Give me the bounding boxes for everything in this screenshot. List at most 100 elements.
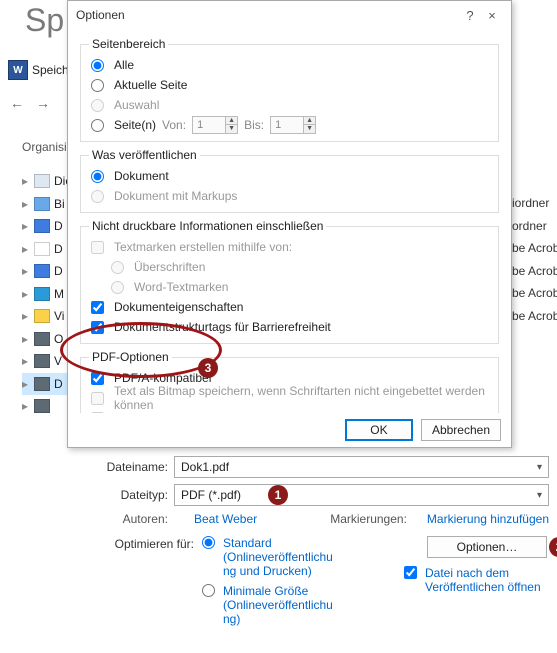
label-all[interactable]: Alle [114,58,134,72]
list-cell-fragment: be Acrob [512,282,557,305]
tree-expand-icon[interactable]: ▸ [22,197,30,211]
label-opt-standard[interactable]: Standard (Onlineveröffentlichu ng und Dr… [223,536,340,578]
folder-icon [34,197,50,211]
radio-opt-standard[interactable] [202,536,215,549]
window-title-fragment: Speich [32,63,69,77]
options-button[interactable]: Optionen… [427,536,547,558]
radio-opt-min[interactable] [202,584,215,597]
label-pdfa[interactable]: PDF/A-kompatibel [114,371,211,385]
tree-label: D [54,377,63,391]
tree-label: D [54,219,63,233]
filetype-field[interactable]: PDF (*.pdf) ▾ [174,484,549,506]
chevron-down-icon[interactable]: ▾ [537,490,542,501]
label-headings: Überschriften [134,260,205,274]
filetype-label: Dateityp: [100,488,174,502]
tags-link[interactable]: Markierung hinzufügen [427,512,549,526]
group-pdf-options: PDF-Optionen PDF/A-kompatibel Text als B… [80,350,499,413]
list-cell-fragment: iordner [512,192,557,215]
from-input[interactable] [193,117,225,133]
right-column-fragments: iordnerordnerbe Acrobbe Acrobbe Acrobbe … [512,192,557,327]
label-tags[interactable]: Dokumentstrukturtags für Barrierefreihei… [114,320,331,334]
radio-selection [91,99,104,112]
to-spinner[interactable]: ▲▼ [270,116,316,134]
label-bitmap: Text als Bitmap speichern, wenn Schrifta… [114,384,490,412]
dialog-titlebar: Optionen ? × [68,1,511,29]
legend-nonprint: Nicht druckbare Informationen einschließ… [89,219,326,233]
label-opt-min[interactable]: Minimale Größe (Onlineveröffentlichu ng) [223,584,340,626]
close-icon[interactable]: × [481,8,503,23]
optimize-label: Optimieren für: [100,536,200,626]
radio-wordbm [111,281,124,294]
label-docprops[interactable]: Dokumenteigenschaften [114,300,243,314]
help-icon[interactable]: ? [459,8,481,23]
tree-label: M [54,287,64,301]
folder-icon [34,377,50,391]
group-publish: Was veröffentlichen Dokument Dokument mi… [80,148,499,213]
label-markup: Dokument mit Markups [114,189,237,203]
authors-label: Autoren: [100,512,174,526]
chk-tags[interactable] [91,321,104,334]
tree-label: D [54,242,63,256]
label-pages[interactable]: Seite(n) [114,118,156,132]
tree-expand-icon[interactable]: ▸ [22,309,30,323]
to-input[interactable] [271,117,303,133]
tree-expand-icon[interactable]: ▸ [22,287,30,301]
annotation-badge-2: 2 [549,537,557,557]
chk-pdfa[interactable] [91,372,104,385]
label-wordbm: Word-Textmarken [134,280,228,294]
tree-expand-icon[interactable]: ▸ [22,332,30,346]
chevron-down-icon[interactable]: ▾ [537,462,542,473]
chk-docprops[interactable] [91,301,104,314]
label-bookmarks: Textmarken erstellen mithilfe von: [114,240,292,254]
from-spinner[interactable]: ▲▼ [192,116,238,134]
legend-pdf-options: PDF-Optionen [89,350,172,364]
tree-label: V [54,354,62,368]
tree-label: Bi [54,197,65,211]
author-link[interactable]: Beat Weber [194,512,257,526]
filename-field[interactable]: Dok1.pdf ▾ [174,456,549,478]
nav-arrows: ← → [10,95,50,111]
list-cell-fragment: be Acrob [512,305,557,328]
chk-open-after[interactable] [404,566,417,579]
filename-label: Dateiname: [100,460,174,474]
radio-headings [111,261,124,274]
radio-pages[interactable] [91,119,104,132]
tree-expand-icon[interactable]: ▸ [22,242,30,256]
tree-expand-icon[interactable]: ▸ [22,219,30,233]
folder-icon [34,242,50,256]
tree-expand-icon[interactable]: ▸ [22,399,30,413]
tree-expand-icon[interactable]: ▸ [22,264,30,278]
label-selection: Auswahl [114,98,159,112]
cancel-button[interactable]: Abbrechen [421,419,501,441]
label-open-after[interactable]: Datei nach dem Veröffentlichen öffnen [425,566,547,594]
nav-fwd-icon[interactable]: → [36,95,50,111]
folder-icon [34,354,50,368]
radio-document[interactable] [91,170,104,183]
filename-value: Dok1.pdf [181,460,229,474]
tree-expand-icon[interactable]: ▸ [22,174,30,188]
label-document[interactable]: Dokument [114,169,169,183]
background-window-title: Sp [25,2,64,39]
tags-label: Markierungen: [330,512,407,526]
group-nonprint: Nicht druckbare Informationen einschließ… [80,219,499,344]
legend-publish: Was veröffentlichen [89,148,200,162]
nav-back-icon[interactable]: ← [10,95,24,111]
tree-expand-icon[interactable]: ▸ [22,377,30,391]
folder-icon [34,219,50,233]
chk-bookmarks [91,241,104,254]
options-dialog: Optionen ? × Seitenbereich Alle Aktuelle… [67,0,512,448]
label-current[interactable]: Aktuelle Seite [114,78,187,92]
tree-label: Vi [54,309,64,323]
tree-expand-icon[interactable]: ▸ [22,354,30,368]
radio-markup [91,190,104,203]
radio-all[interactable] [91,59,104,72]
tree-label: D [54,264,63,278]
folder-icon [34,399,50,413]
chk-bitmap [91,392,104,405]
filetype-value: PDF (*.pdf) [181,488,241,502]
radio-current[interactable] [91,79,104,92]
ok-button[interactable]: OK [345,419,413,441]
folder-icon [34,309,50,323]
from-label: Von: [162,118,186,132]
group-page-range: Seitenbereich Alle Aktuelle Seite Auswah… [80,37,499,142]
